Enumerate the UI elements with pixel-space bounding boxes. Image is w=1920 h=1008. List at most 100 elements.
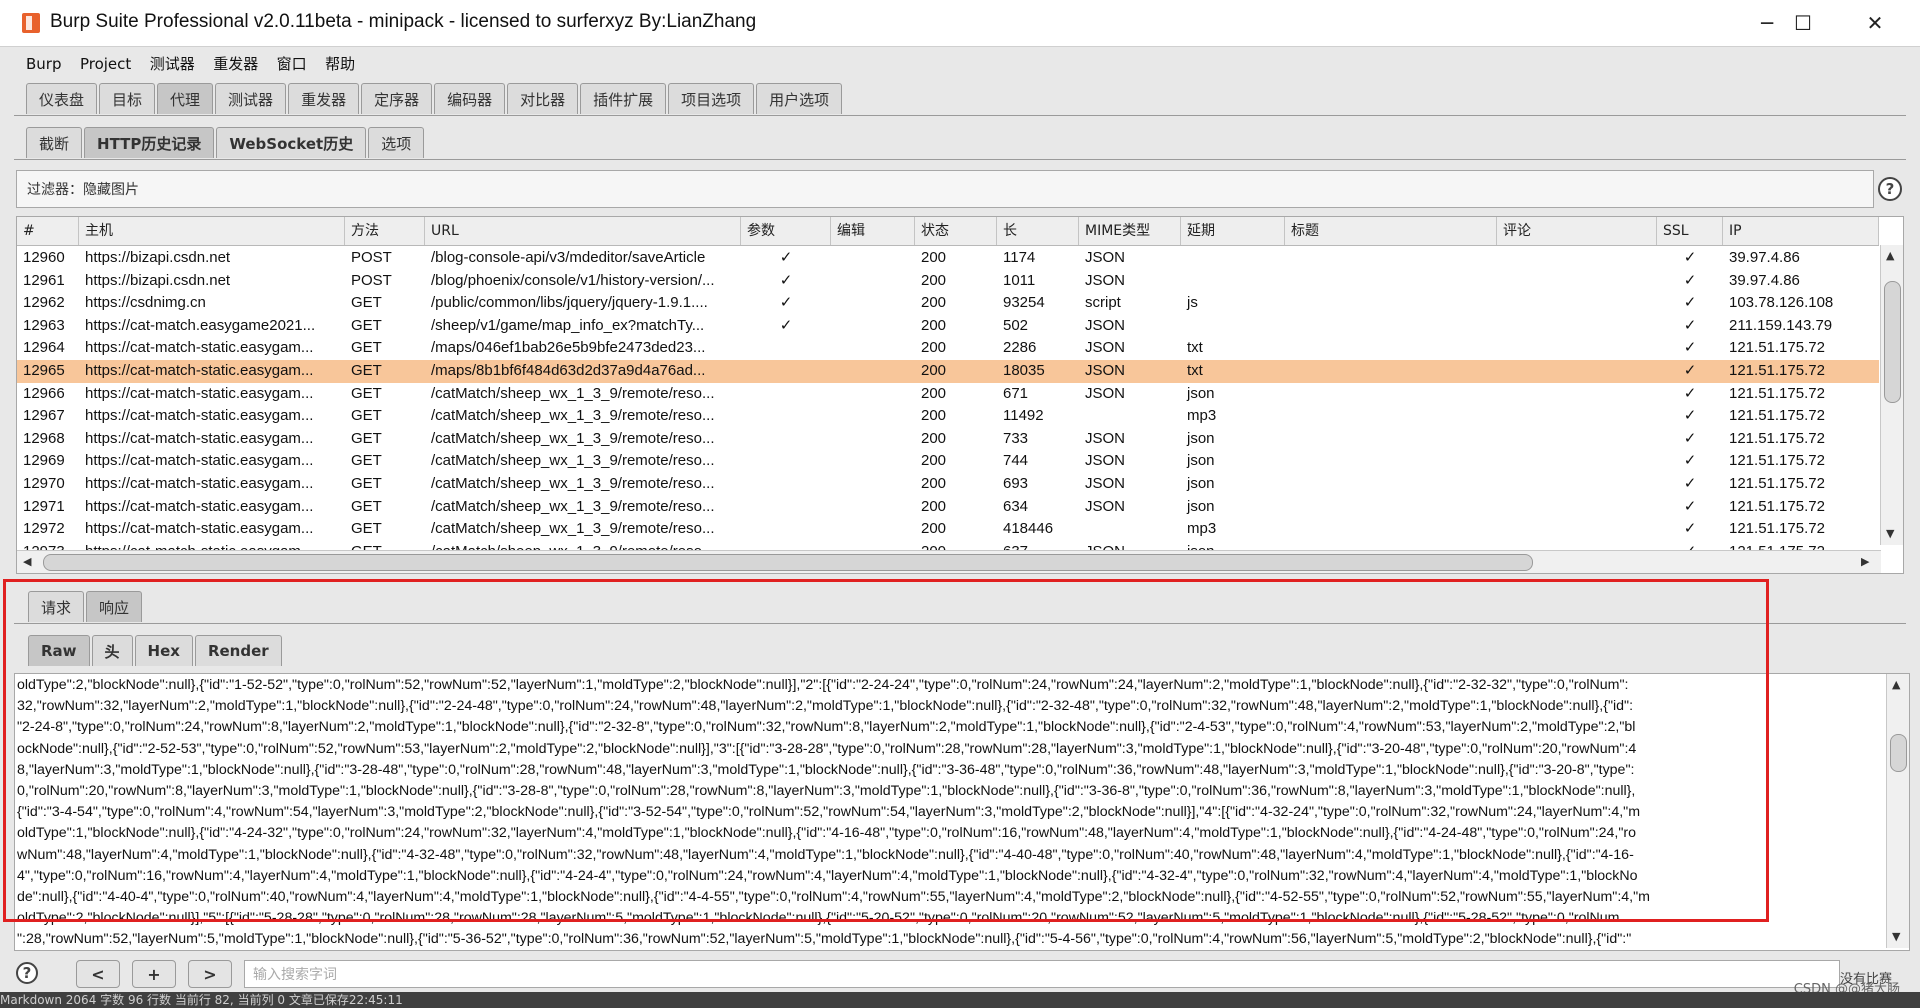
scroll-thumb[interactable]	[43, 554, 1533, 571]
column-header-url[interactable]: URL	[425, 217, 741, 245]
table-row[interactable]: 12968 https://cat-match-static.easygam...…	[17, 428, 1879, 451]
table-row[interactable]: 12964 https://cat-match-static.easygam...…	[17, 337, 1879, 360]
vertical-scrollbar[interactable]: ▲ ▼	[1880, 245, 1903, 545]
table-row[interactable]: 12963 https://cat-match.easygame2021... GE…	[17, 315, 1879, 338]
table-row[interactable]: 12969 https://cat-match-static.easygam...…	[17, 450, 1879, 473]
next-button[interactable]: >	[188, 960, 232, 988]
col-params-cell	[741, 405, 831, 428]
tab-repeater[interactable]: 重发器	[288, 83, 360, 114]
view-tabs: Raw 头 Hex Render	[28, 635, 284, 666]
column-header-mime-type[interactable]: MIME类型	[1079, 217, 1181, 245]
column-header-length[interactable]: 长	[997, 217, 1079, 245]
column-header-ssl[interactable]: SSL	[1657, 217, 1723, 245]
table-row[interactable]: 12967 https://cat-match-static.easygam...…	[17, 405, 1879, 428]
tab-decoder[interactable]: 编码器	[434, 83, 506, 114]
tab-target[interactable]: 目标	[99, 83, 156, 114]
help-icon[interactable]: ?	[1878, 177, 1902, 201]
col-ssl-cell: ✓	[1683, 407, 1697, 425]
tab-proxy[interactable]: 代理	[157, 83, 214, 114]
col-ssl-cell: ✓	[1683, 362, 1697, 379]
tab-http-history[interactable]: HTTP历史记录	[84, 127, 215, 158]
tab-options[interactable]: 选项	[368, 127, 425, 158]
table-row[interactable]: 12970 https://cat-match-static.easygam...…	[17, 473, 1879, 496]
tab-intercept[interactable]: 截断	[26, 127, 83, 158]
column-header-comment[interactable]: 评论	[1497, 217, 1657, 245]
menu-burp[interactable]: Burp	[0, 49, 68, 73]
vertical-scrollbar[interactable]: ▲ ▼	[1886, 674, 1909, 948]
tab-hex[interactable]: Hex	[134, 635, 193, 666]
column-header-status[interactable]: 状态	[915, 217, 997, 245]
col-extension-cell: txt	[1187, 362, 1203, 379]
tab-render[interactable]: Render	[194, 635, 282, 666]
response-body[interactable]: ":28,"rowNum":52,"layerNum":5,"moldType"…	[14, 673, 1910, 951]
col-mime-type-cell: JSON	[1085, 339, 1126, 357]
table-row[interactable]: 12971 https://cat-match-static.easygam...…	[17, 496, 1879, 519]
scroll-left-icon[interactable]: ◀	[23, 555, 31, 568]
table-row[interactable]: 12972 https://cat-match-static.easygam...…	[17, 518, 1879, 541]
scroll-down-icon[interactable]: ▼	[1886, 527, 1894, 540]
menu-intruder[interactable]: 测试器	[142, 47, 201, 74]
column-header-number[interactable]: #	[17, 217, 79, 245]
tab-request[interactable]: 请求	[28, 591, 85, 622]
col-url-cell: /catMatch/sheep_wx_1_3_9/remote/reso...	[431, 452, 715, 470]
table-row[interactable]: 12961 https://bizapi.csdn.net POST/blog/ph…	[17, 270, 1879, 293]
tab-comparer[interactable]: 对比器	[507, 83, 579, 114]
add-button[interactable]: +	[132, 960, 176, 988]
column-header-params[interactable]: 参数	[741, 217, 831, 245]
col-length-cell: 2286	[1003, 339, 1037, 357]
tab-dashboard[interactable]: 仪表盘	[26, 83, 98, 114]
table-row[interactable]: 12962 https://csdnimg.cn GET/public/common…	[17, 292, 1879, 315]
close-button[interactable]: ✕	[1840, 0, 1910, 46]
col-extension-cell: js	[1187, 294, 1198, 312]
tab-websocket-history[interactable]: WebSocket历史	[216, 127, 367, 158]
table-row[interactable]: 12960 https://bizapi.csdn.net POST/blog-co…	[17, 247, 1879, 270]
col-params-cell: ✓	[779, 316, 793, 334]
filter-bar[interactable]: 过滤器：隐藏图片	[16, 170, 1874, 208]
col-ssl-cell: ✓	[1683, 294, 1697, 312]
table-row[interactable]: 12966 https://cat-match-static.easygam...…	[17, 383, 1879, 406]
tab-intruder[interactable]: 测试器	[215, 83, 287, 114]
scroll-up-icon[interactable]: ▲	[1886, 249, 1894, 262]
filter-text: 过滤器：隐藏图片	[27, 182, 139, 198]
col-extension-cell	[1181, 247, 1285, 270]
col-url-cell: /public/common/libs/jquery/jquery-1.9.1.…	[431, 294, 708, 312]
table-row[interactable]: 12965 https://cat-match-static.easygam...…	[17, 360, 1879, 383]
col-ip-cell: 211.159.143.79	[1729, 316, 1833, 334]
tab-response[interactable]: 响应	[86, 591, 143, 622]
title-bar: Burp Suite Professional v2.0.11beta - mi…	[0, 0, 1920, 47]
col-url-cell: /maps/046ef1bab26e5b9bfe2473ded23...	[431, 339, 706, 357]
tab-project-options[interactable]: 项目选项	[668, 83, 755, 114]
tab-sequencer[interactable]: 定序器	[361, 83, 433, 114]
column-header-ip[interactable]: IP	[1723, 217, 1879, 245]
menu-project[interactable]: Project	[72, 49, 137, 73]
col-mime-type-cell: JSON	[1085, 316, 1126, 334]
previous-button[interactable]: <	[76, 960, 120, 988]
col-edited-cell	[831, 247, 915, 270]
menu-repeater[interactable]: 重发器	[205, 47, 264, 74]
col-ip-cell: 121.51.175.72	[1729, 497, 1825, 515]
scroll-right-icon[interactable]: ▶	[1861, 555, 1869, 568]
column-header-title[interactable]: 标题	[1285, 217, 1497, 245]
horizontal-scrollbar[interactable]: ◀ ▶	[17, 550, 1881, 573]
column-header-method[interactable]: 方法	[345, 217, 425, 245]
col-title-cell	[1285, 270, 1497, 293]
col-title-cell	[1285, 405, 1497, 428]
maximize-button[interactable]: ☐	[1768, 0, 1838, 46]
help-icon[interactable]: ?	[16, 962, 38, 984]
search-input[interactable]: 输入搜索字词	[244, 960, 1840, 988]
menu-window[interactable]: 窗口	[269, 47, 313, 74]
column-header-edited[interactable]: 编辑	[831, 217, 915, 245]
menu-help[interactable]: 帮助	[317, 47, 361, 74]
scroll-down-icon[interactable]: ▼	[1892, 930, 1900, 943]
scroll-up-icon[interactable]: ▲	[1892, 678, 1900, 691]
tab-user-options[interactable]: 用户选项	[756, 83, 843, 114]
tab-raw[interactable]: Raw	[28, 635, 90, 666]
column-header-host[interactable]: 主机	[79, 217, 345, 245]
tab-headers[interactable]: 头	[91, 635, 133, 666]
column-header-extension[interactable]: 延期	[1181, 217, 1285, 245]
col-host-cell: https://bizapi.csdn.net	[85, 249, 231, 266]
scroll-thumb[interactable]	[1884, 281, 1901, 403]
col-comment-cell	[1497, 315, 1657, 338]
scroll-thumb[interactable]	[1890, 734, 1907, 772]
tab-extender[interactable]: 插件扩展	[580, 83, 667, 114]
